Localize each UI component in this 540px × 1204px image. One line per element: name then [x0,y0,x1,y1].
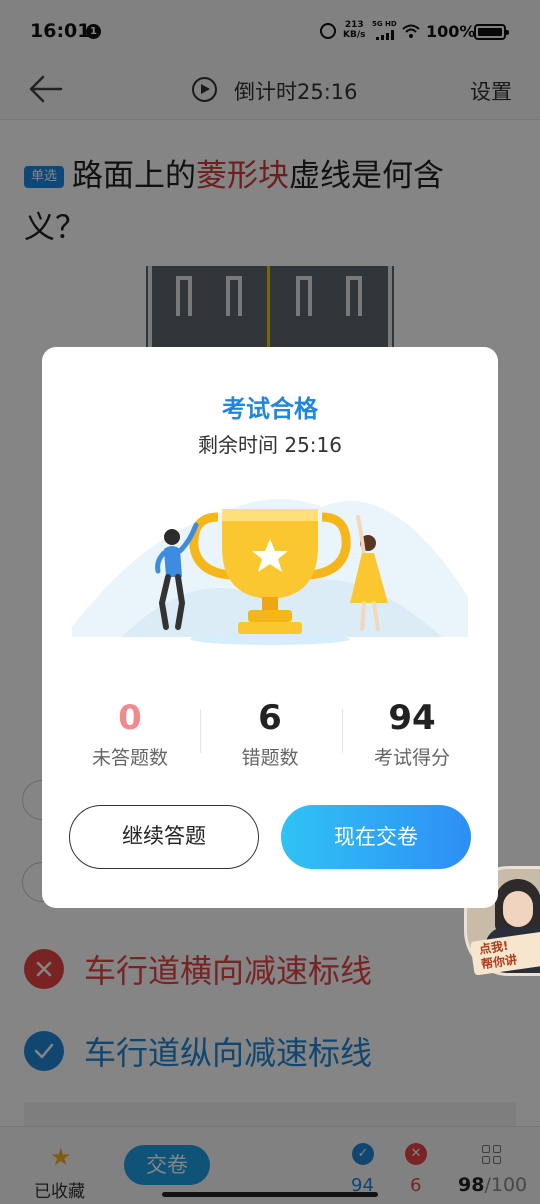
unanswered-count: 0 [118,698,142,738]
result-stats: 0 未答题数 6 错题数 94 考试得分 [42,697,498,777]
submit-now-button[interactable]: 现在交卷 [281,805,471,869]
wrong-stat: 6 错题数 [200,697,340,770]
exam-result-dialog: 考试合格 剩余时间 25:16 0 未答题数 6 错题数 94 考试得分 继续答… [42,347,498,908]
remaining-time: 剩余时间 25:16 [198,433,342,457]
score-label: 考试得分 [373,747,450,769]
unanswered-stat: 0 未答题数 [60,697,200,770]
trophy-illustration [72,499,468,645]
unanswered-label: 未答题数 [91,747,168,769]
score-value: 94 [388,698,436,738]
result-title: 考试合格 [222,395,318,423]
wrong-stat-label: 错题数 [241,747,299,769]
continue-answering-button[interactable]: 继续答题 [69,805,259,869]
wrong-stat-count: 6 [258,698,282,738]
score-stat: 94 考试得分 [342,697,482,770]
